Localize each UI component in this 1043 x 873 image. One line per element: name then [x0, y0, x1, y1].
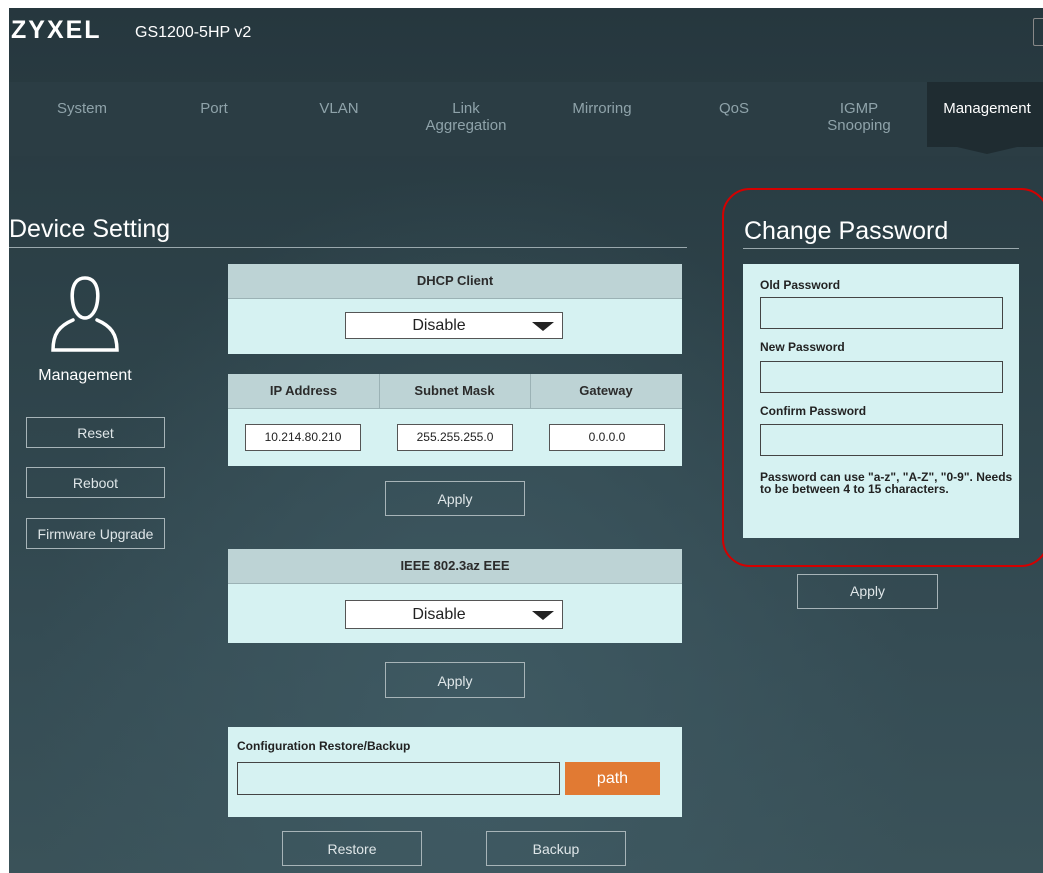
eee-panel: IEEE 802.3az EEE Disable	[228, 549, 682, 643]
config-path-field[interactable]	[237, 762, 560, 795]
eee-select-value: Disable	[412, 606, 466, 623]
eee-select[interactable]: Disable	[345, 600, 563, 629]
ip-apply-button[interactable]: Apply	[385, 481, 525, 516]
dhcp-select-value: Disable	[412, 317, 466, 334]
tab-mirroring[interactable]: Mirroring	[554, 100, 650, 117]
firmware-upgrade-button[interactable]: Firmware Upgrade	[26, 518, 165, 549]
highlight-outline	[722, 188, 1043, 567]
logout-icon[interactable]	[1033, 18, 1043, 46]
user-icon	[47, 272, 123, 363]
password-apply-button[interactable]: Apply	[797, 574, 938, 609]
model-name: GS1200-5HP v2	[135, 24, 252, 41]
device-setting-divider	[9, 247, 687, 248]
subnet-mask-field[interactable]: 255.255.255.0	[397, 424, 513, 451]
dhcp-select[interactable]: Disable	[345, 312, 563, 339]
config-panel: Configuration Restore/Backup path	[228, 727, 682, 817]
dhcp-header: DHCP Client	[228, 264, 682, 299]
eee-apply-button[interactable]: Apply	[385, 662, 525, 698]
ip-panel: IP Address Subnet Mask Gateway 10.214.80…	[228, 374, 682, 466]
path-button[interactable]: path	[565, 762, 660, 795]
tab-management[interactable]: Management	[927, 82, 1043, 147]
tab-igmp-snooping[interactable]: IGMP Snooping	[814, 100, 904, 134]
chevron-down-icon	[532, 322, 554, 331]
brand-logo: ZYXEL	[11, 16, 102, 44]
management-label: Management	[38, 367, 132, 384]
restore-button[interactable]: Restore	[282, 831, 422, 866]
tab-qos[interactable]: QoS	[704, 100, 764, 117]
app-frame: ZYXEL GS1200-5HP v2 System Port VLAN Lin…	[9, 8, 1043, 873]
tab-port[interactable]: Port	[184, 100, 244, 117]
ip-address-header: IP Address	[269, 383, 338, 398]
ip-address-field[interactable]: 10.214.80.210	[245, 424, 361, 451]
tab-active-indicator	[927, 140, 1043, 154]
config-label: Configuration Restore/Backup	[237, 739, 411, 753]
gateway-header: Gateway	[579, 383, 633, 398]
reset-button[interactable]: Reset	[26, 417, 165, 448]
reboot-button[interactable]: Reboot	[26, 467, 165, 498]
main-nav: System Port VLAN Link Aggregation Mirror…	[9, 82, 1043, 156]
caption-strip	[0, 0, 1043, 8]
backup-button[interactable]: Backup	[486, 831, 626, 866]
device-setting-title: Device Setting	[9, 215, 171, 243]
chevron-down-icon	[532, 611, 554, 620]
tab-system[interactable]: System	[37, 100, 127, 117]
gateway-field[interactable]: 0.0.0.0	[549, 424, 665, 451]
tab-vlan[interactable]: VLAN	[299, 100, 379, 117]
subnet-mask-header: Subnet Mask	[414, 383, 495, 398]
tab-link-aggregation[interactable]: Link Aggregation	[411, 100, 521, 134]
eee-header: IEEE 802.3az EEE	[228, 549, 682, 584]
dhcp-panel: DHCP Client Disable	[228, 264, 682, 354]
